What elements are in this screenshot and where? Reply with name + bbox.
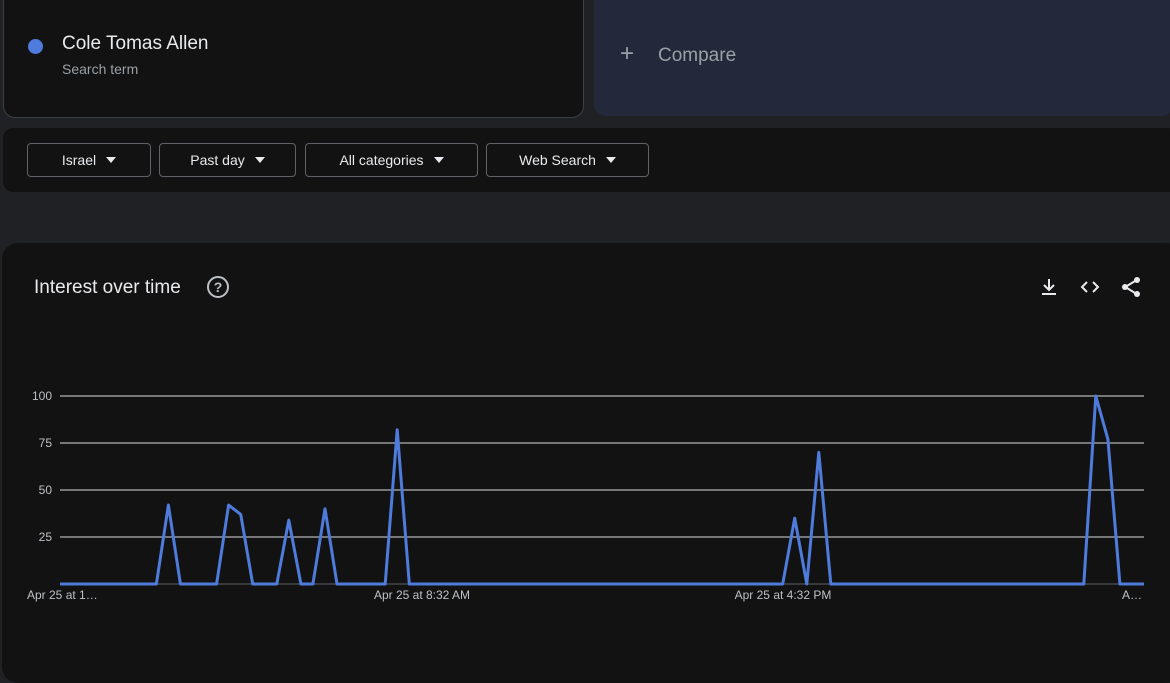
interest-over-time-card: Interest over time ? 25 50 75 100 Apr 25 at …	[2, 243, 1170, 683]
y-tick-label: 50	[39, 483, 53, 497]
compare-button[interactable]: + Compare	[594, 0, 1170, 116]
filter-bar: Israel Past day All categories Web Searc…	[3, 128, 1170, 192]
y-tick-label: 100	[32, 389, 52, 403]
chevron-down-icon	[433, 157, 444, 163]
time-range-value: Past day	[190, 152, 245, 168]
term-color-dot	[28, 39, 43, 54]
region-value: Israel	[61, 152, 97, 168]
region-dropdown[interactable]: Israel	[27, 143, 151, 177]
x-tick-label: Apr 25 at 1…	[27, 588, 98, 602]
search-term-card[interactable]: Cole Tomas Allen Search term	[3, 0, 584, 118]
plus-icon: +	[620, 40, 635, 67]
category-value: All categories	[339, 152, 424, 168]
chevron-down-icon	[254, 157, 265, 163]
category-dropdown[interactable]: All categories	[305, 143, 478, 177]
time-range-dropdown[interactable]: Past day	[159, 143, 296, 177]
compare-label: Compare	[658, 45, 737, 66]
search-term-subtitle: Search term	[62, 61, 139, 77]
chevron-down-icon	[605, 157, 616, 163]
search-term-name[interactable]: Cole Tomas Allen	[62, 33, 208, 55]
chevron-down-icon	[106, 157, 117, 163]
x-tick-label: Apr 25 at 4:32 PM	[735, 588, 832, 602]
x-tick-label: A…	[1122, 588, 1142, 602]
interest-line-chart: 25 50 75 100 Apr 25 at 1… Apr 25 at 8:32 AM Ap…	[27, 389, 1144, 602]
x-tick-label: Apr 25 at 8:32 AM	[374, 588, 470, 602]
search-type-value: Web Search	[519, 152, 596, 168]
search-type-dropdown[interactable]: Web Search	[486, 143, 649, 177]
y-tick-label: 25	[39, 530, 53, 544]
y-tick-label: 75	[39, 436, 53, 450]
